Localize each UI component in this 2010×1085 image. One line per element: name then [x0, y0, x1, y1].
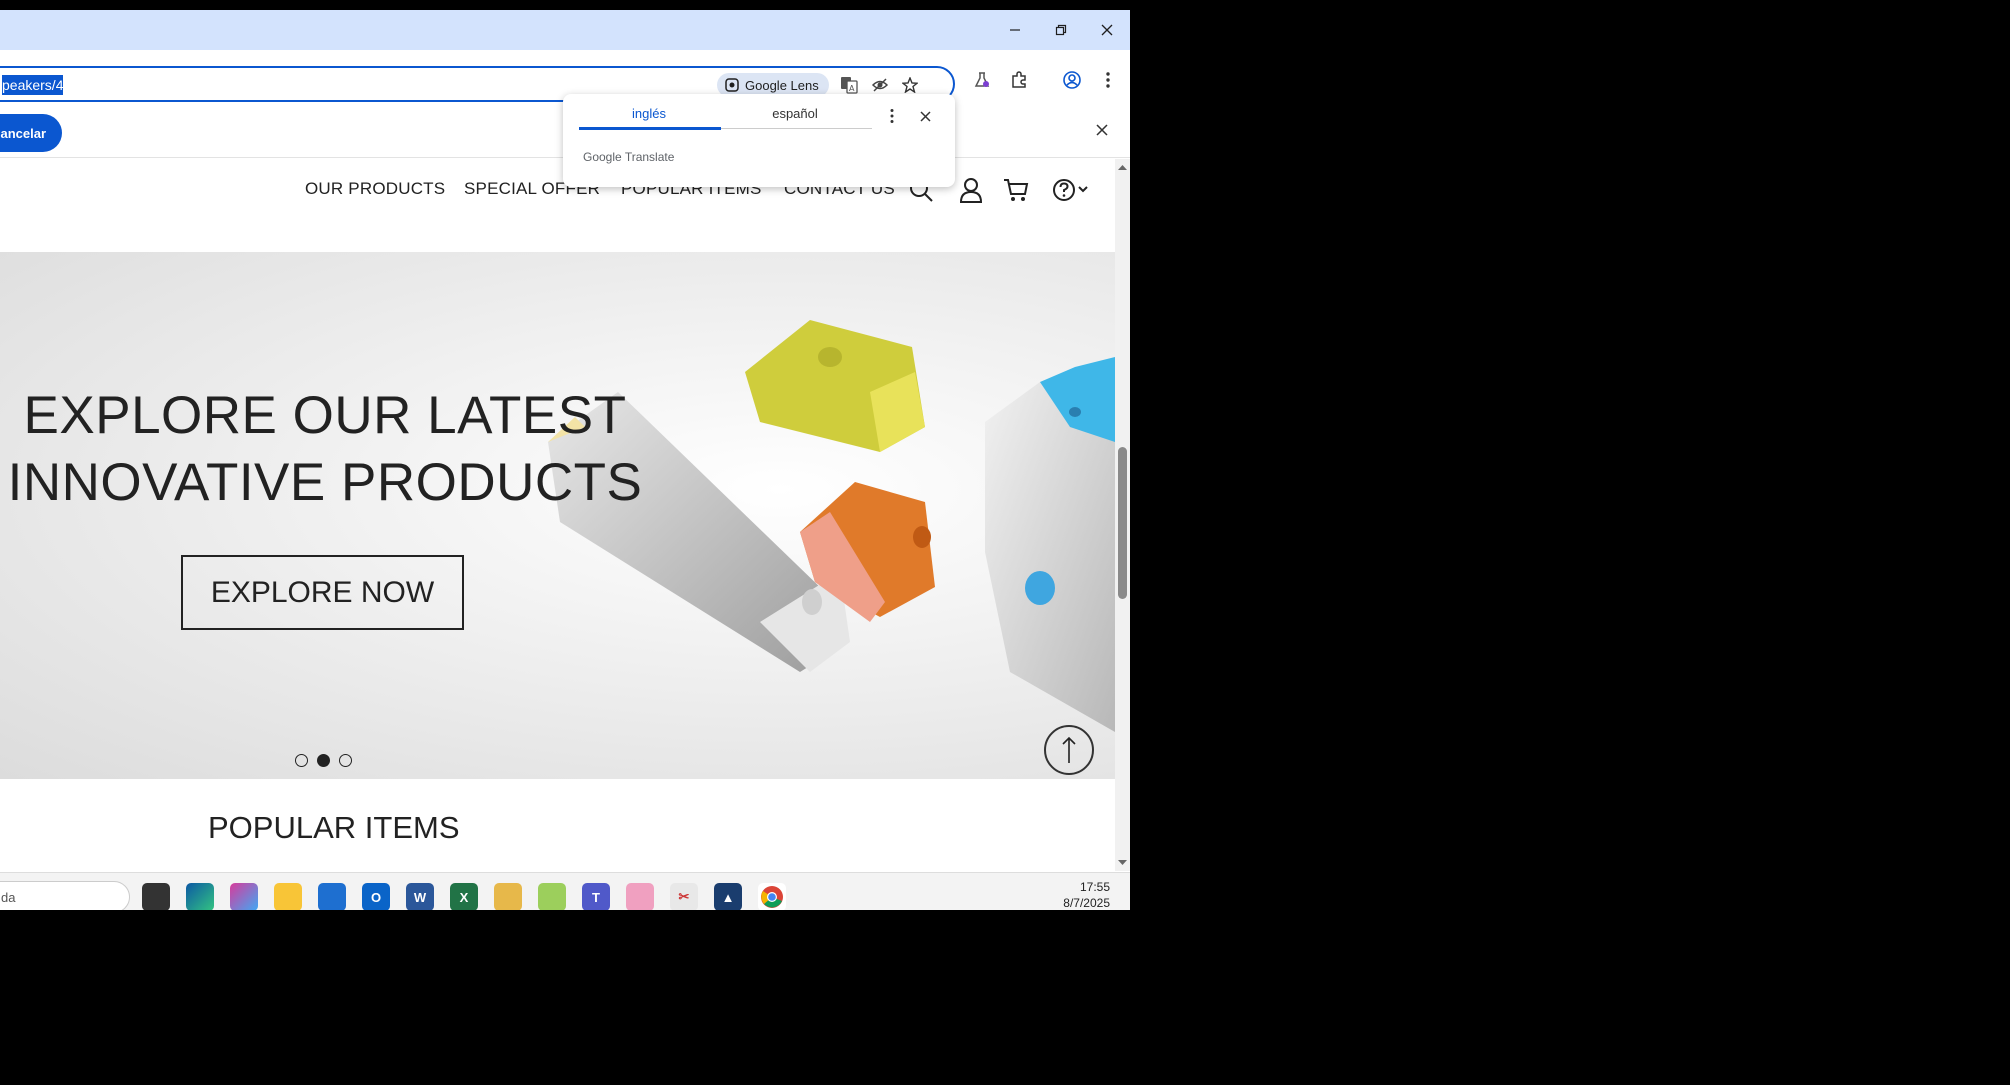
browser-toolbar: peakers/4 Google Lens A	[0, 50, 1130, 102]
translate-tab-indicator	[579, 127, 721, 130]
cart-icon	[1004, 179, 1029, 201]
windows-taskbar: da O W X T ✂ ▲ 17:55 8/7/2025	[0, 872, 1130, 910]
carousel-dot-2[interactable]	[317, 754, 330, 767]
ms-store-icon[interactable]	[318, 883, 346, 910]
account-button[interactable]	[956, 175, 986, 205]
translate-popup-close-button[interactable]	[913, 104, 937, 128]
translate-cancel-button[interactable]: Cancelar	[0, 114, 62, 152]
scrollbar-thumb[interactable]	[1118, 447, 1127, 599]
svg-text:A: A	[849, 84, 855, 93]
flask-icon	[974, 72, 990, 87]
carousel-dot-3[interactable]	[339, 754, 352, 767]
arrow-up-icon	[1062, 736, 1076, 763]
scroll-to-top-button[interactable]	[1044, 725, 1094, 775]
translate-options-button[interactable]	[880, 104, 904, 128]
hero-title: EXPLORE OUR LATEST INNOVATIVE PRODUCTS	[0, 382, 650, 516]
snip-app-icon[interactable]	[494, 883, 522, 910]
puzzle-icon	[1012, 71, 1026, 88]
user-icon	[959, 178, 983, 203]
chrome-icon[interactable]	[758, 883, 786, 910]
close-icon	[1096, 124, 1108, 136]
browser-menu-button[interactable]	[1094, 66, 1122, 94]
taskbar-clock[interactable]: 17:55 8/7/2025	[1040, 879, 1110, 910]
git-icon[interactable]	[626, 883, 654, 910]
restore-icon	[1055, 24, 1067, 36]
popular-items-heading: POPULAR ITEMS	[208, 810, 460, 845]
google-brand-text: Google	[583, 150, 622, 164]
address-text[interactable]: peakers/4	[2, 75, 64, 95]
close-window-button[interactable]	[1084, 10, 1130, 50]
profile-button[interactable]	[1058, 66, 1086, 94]
cart-button[interactable]	[1001, 175, 1031, 205]
scroll-down-arrow-icon[interactable]	[1115, 858, 1130, 868]
extension-lab-button[interactable]	[968, 66, 996, 94]
scroll-up-arrow-icon[interactable]	[1115, 162, 1130, 172]
web-page: OUR PRODUCTS SPECIAL OFFER POPULAR ITEMS…	[0, 159, 1115, 871]
folder-icon[interactable]	[274, 883, 302, 910]
translate-icon: A	[841, 77, 858, 94]
close-icon	[1101, 24, 1113, 36]
snipping-tool-icon[interactable]: ✂	[670, 883, 698, 910]
taskbar-search-box[interactable]: da	[0, 881, 130, 910]
google-translate-attribution: Google Translate	[583, 150, 674, 164]
translate-brand-text: Translate	[624, 150, 675, 164]
profile-icon	[1063, 71, 1081, 89]
hero-title-line1: EXPLORE OUR LATEST	[23, 386, 627, 445]
extensions-button[interactable]	[1005, 66, 1033, 94]
carousel-dot-1[interactable]	[295, 754, 308, 767]
clock-time: 17:55	[1079, 880, 1110, 894]
clock-date: 8/7/2025	[1063, 896, 1110, 910]
outlook-icon[interactable]: O	[362, 883, 390, 910]
translate-popup: inglés español Google Translate	[563, 94, 955, 187]
translate-tab-english[interactable]: inglés	[579, 106, 719, 121]
help-icon	[1053, 179, 1088, 201]
hero-banner: EXPLORE OUR LATEST INNOVATIVE PRODUCTS E…	[0, 252, 1115, 779]
close-icon	[919, 110, 931, 122]
chrome-logo-icon	[761, 886, 783, 908]
taskbar-search-text: da	[1, 890, 16, 905]
file-explorer-icon[interactable]	[142, 883, 170, 910]
restore-button[interactable]	[1038, 10, 1084, 50]
drive-icon[interactable]: ▲	[714, 883, 742, 910]
teams-icon[interactable]: T	[582, 883, 610, 910]
page-scrollbar[interactable]	[1115, 159, 1130, 871]
m365-copilot-icon[interactable]	[230, 883, 258, 910]
kebab-menu-icon	[1106, 72, 1110, 88]
title-bar	[0, 10, 1130, 50]
image-app-icon[interactable]	[538, 883, 566, 910]
explore-now-button[interactable]: EXPLORE NOW	[181, 555, 464, 630]
lens-icon	[725, 78, 739, 92]
minimize-icon	[1010, 29, 1020, 31]
excel-icon[interactable]: X	[450, 883, 478, 910]
screen: peakers/4 Google Lens A ancelar OUR PROD…	[0, 0, 2010, 1085]
browser-window: peakers/4 Google Lens A ancelar OUR PROD…	[0, 10, 1130, 910]
eye-off-icon	[871, 78, 889, 92]
kebab-menu-icon	[890, 109, 894, 123]
edge-icon[interactable]	[186, 883, 214, 910]
minimize-button[interactable]	[992, 10, 1038, 50]
hero-title-line2: INNOVATIVE PRODUCTS	[7, 453, 643, 512]
nav-our-products[interactable]: OUR PRODUCTS	[305, 179, 445, 199]
word-icon[interactable]: W	[406, 883, 434, 910]
google-lens-label: Google Lens	[745, 77, 819, 93]
translate-bar-close-button[interactable]	[1090, 118, 1114, 142]
star-icon	[902, 77, 918, 93]
help-menu-button[interactable]	[1050, 175, 1094, 205]
translate-tab-spanish[interactable]: español	[725, 106, 865, 121]
